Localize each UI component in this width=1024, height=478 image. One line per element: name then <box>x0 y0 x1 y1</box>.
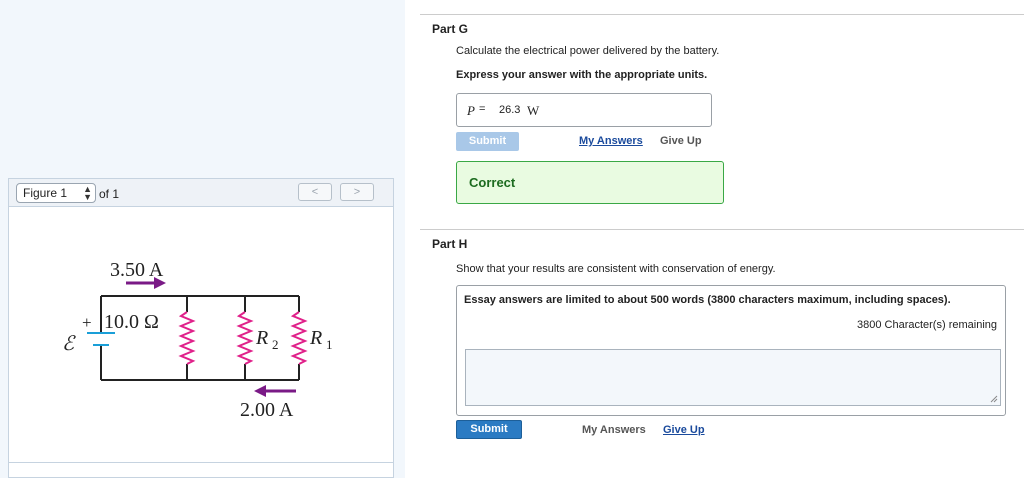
answer-unit: W <box>527 103 540 118</box>
divider <box>420 229 1024 230</box>
battery-plus-label: + <box>82 313 92 332</box>
chevron-left-icon: < <box>311 186 319 198</box>
essay-input[interactable] <box>465 349 1001 406</box>
battery-icon <box>87 332 115 346</box>
previous-figure-button[interactable]: < <box>298 183 332 201</box>
part-g-title: Part G <box>432 22 469 36</box>
correct-feedback: Correct <box>456 161 724 204</box>
total-current-label: 3.50 A <box>110 259 164 281</box>
resistance-label: 10.0 Ω <box>104 311 159 333</box>
essay-panel: Essay answers are limited to about 500 w… <box>456 285 1006 416</box>
part-g-submit-button[interactable]: Submit <box>456 132 519 151</box>
resistor-r1-icon <box>290 311 308 365</box>
emf-label: ℰ <box>62 333 76 355</box>
resistor-10-ohm-icon <box>178 311 196 365</box>
part-h-submit-button[interactable]: Submit <box>456 420 522 439</box>
correct-status: Correct <box>469 175 516 190</box>
r2-label: R <box>255 327 268 349</box>
part-g-instruction: Express your answer with the appropriate… <box>456 69 708 81</box>
circuit-wires <box>100 295 300 381</box>
figure-footer-divider <box>9 462 393 463</box>
r1-subscript: 1 <box>326 337 333 352</box>
branch-current-label: 2.00 A <box>240 399 294 421</box>
part-g-my-answers-link[interactable]: My Answers <box>579 135 643 147</box>
arrow-left-icon <box>254 385 296 397</box>
answer-variable: P <box>467 103 475 118</box>
part-h-title: Part H <box>432 237 468 251</box>
answer-field[interactable]: P = 26.3 W <box>456 93 712 127</box>
figure-select[interactable]: Figure 1 ▲ ▼ <box>16 183 96 203</box>
r1-label: R <box>309 327 322 349</box>
part-h-prompt: Show that your results are consistent wi… <box>456 263 776 275</box>
answer-equals: = <box>479 103 486 115</box>
part-h-give-up-link[interactable]: Give Up <box>663 424 705 436</box>
resize-handle-icon[interactable] <box>990 395 998 403</box>
resistor-r2-icon <box>236 311 254 365</box>
figure-select-value: Figure 1 <box>23 186 68 200</box>
r2-subscript: 2 <box>272 337 279 352</box>
answer-value: 26.3 <box>499 104 521 116</box>
essay-limit-note: Essay answers are limited to about 500 w… <box>464 294 951 306</box>
divider <box>420 14 1024 15</box>
chevron-right-icon: > <box>353 186 361 198</box>
part-h-my-answers-link[interactable]: My Answers <box>582 424 646 436</box>
part-g-prompt: Calculate the electrical power delivered… <box>456 45 720 57</box>
updown-arrow-icon: ▲ ▼ <box>83 184 92 202</box>
next-figure-button[interactable]: > <box>340 183 374 201</box>
circuit-diagram: 3.50 A 10.0 Ω + ℰ R 2 R 1 2.00 A <box>62 259 333 421</box>
characters-remaining: 3800 Character(s) remaining <box>856 319 997 331</box>
figure-count: of 1 <box>99 187 120 201</box>
figure-toolbar: Figure 1 ▲ ▼ of 1 < > <box>9 179 393 207</box>
part-g-give-up-link[interactable]: Give Up <box>660 135 702 147</box>
